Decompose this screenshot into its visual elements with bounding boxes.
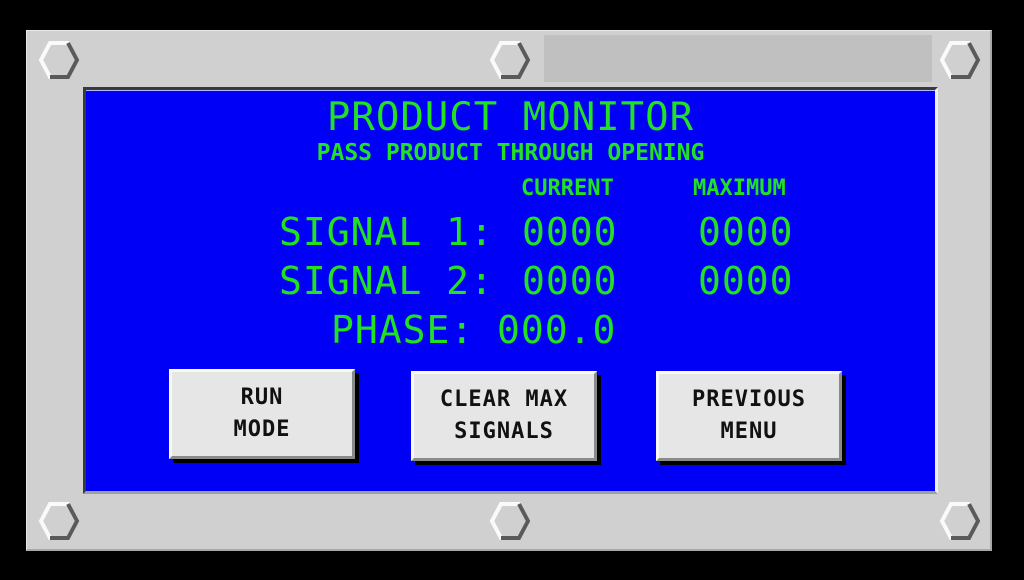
screen-title: PRODUCT MONITOR (326, 95, 695, 140)
run-mode-button[interactable]: RUN MODE (169, 369, 355, 459)
hex-bolt-icon (939, 41, 981, 79)
run-mode-label-line2: MODE (233, 417, 291, 442)
instruction-text: PASS PRODUCT THROUGH OPENING (316, 140, 705, 166)
signal-1-maximum-value: 0000 (698, 210, 794, 254)
phase-value: 000.0 (497, 308, 617, 352)
bezel-top-strip (544, 35, 932, 82)
hex-bolt-icon (489, 502, 531, 540)
clear-max-label-line1: CLEAR MAX (439, 387, 569, 412)
hex-bolt-icon (38, 41, 80, 79)
previous-menu-button[interactable]: PREVIOUS MENU (656, 371, 842, 461)
signal-2-label: SIGNAL 2: (279, 259, 494, 303)
column-header-maximum: MAXIMUM (693, 176, 786, 201)
signal-1-current-value: 0000 (522, 210, 618, 254)
signal-2-current-value: 0000 (522, 259, 618, 303)
signal-1-label: SIGNAL 1: (279, 210, 494, 254)
clear-max-signals-button[interactable]: CLEAR MAX SIGNALS (411, 371, 597, 461)
hex-bolt-icon (489, 41, 531, 79)
column-header-current: CURRENT (521, 176, 614, 201)
signal-2-maximum-value: 0000 (698, 259, 794, 303)
hex-bolt-icon (939, 502, 981, 540)
run-mode-label-line1: RUN (240, 385, 284, 410)
hex-bolt-icon (38, 502, 80, 540)
clear-max-label-line2: SIGNALS (454, 419, 554, 444)
previous-menu-label-line2: MENU (720, 419, 778, 444)
hmi-bezel: PRODUCT MONITOR PASS PRODUCT THROUGH OPE… (26, 30, 992, 551)
display-screen: PRODUCT MONITOR PASS PRODUCT THROUGH OPE… (83, 87, 938, 494)
phase-label: PHASE: (331, 308, 475, 352)
previous-menu-label-line1: PREVIOUS (692, 387, 806, 412)
